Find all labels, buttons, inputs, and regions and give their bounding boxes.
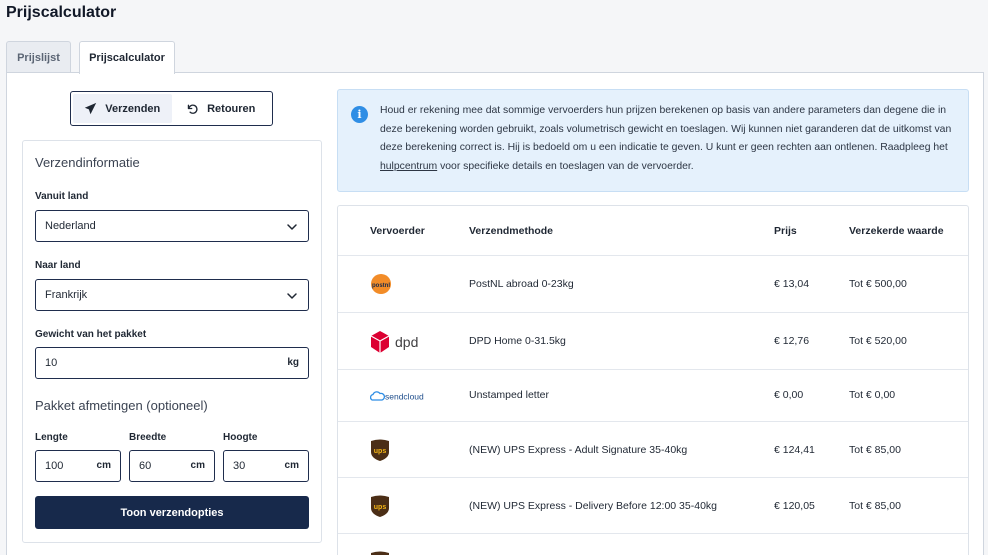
price-cell: € 120,05 <box>774 500 815 512</box>
undo-icon <box>187 104 198 114</box>
table-row[interactable]: postnl PostNL abroad 0-23kg € 13,04 Tot … <box>338 255 968 312</box>
ups-logo-icon: ups <box>371 495 389 517</box>
postnl-logo-text: postnl <box>372 283 390 289</box>
insured-cell: Tot € 0,00 <box>849 389 896 401</box>
height-value: 30 <box>233 460 246 472</box>
header-price: Prijs <box>774 225 797 237</box>
height-unit: cm <box>284 460 299 471</box>
show-shipping-options-button[interactable]: Toon verzendopties <box>35 496 309 529</box>
to-country-label: Naar land <box>35 260 81 271</box>
table-row[interactable] <box>338 533 968 555</box>
width-input[interactable]: 60 cm <box>129 450 215 482</box>
length-value: 100 <box>45 460 64 472</box>
return-mode-button[interactable]: Retouren <box>172 94 271 123</box>
calculator-panel: Verzenden Retouren Verzendinformatie Van… <box>6 72 984 555</box>
info-alert: i Houd er rekening mee dat sommige vervo… <box>337 89 969 192</box>
sendcloud-logo-icon: sendcloud <box>370 391 424 402</box>
width-value: 60 <box>139 460 152 472</box>
insured-cell: Tot € 500,00 <box>849 278 907 290</box>
insured-cell: Tot € 85,00 <box>849 500 901 512</box>
weight-label: Gewicht van het pakket <box>35 329 147 340</box>
table-row[interactable]: ups (NEW) UPS Express - Adult Signature … <box>338 421 968 477</box>
ups-logo-text: ups <box>374 504 387 511</box>
shipping-options-table: Vervoerder Verzendmethode Prijs Verzeker… <box>337 205 969 555</box>
page-title: Prijscalculator <box>6 4 117 21</box>
method-cell: (NEW) UPS Express - Adult Signature 35-4… <box>469 444 688 456</box>
shipping-info-title: Verzendinformatie <box>35 155 140 170</box>
insured-cell: Tot € 85,00 <box>849 444 901 456</box>
price-cell: € 0,00 <box>774 389 804 401</box>
table-row[interactable]: ups (NEW) UPS Express - Delivery Before … <box>338 477 968 533</box>
method-cell: DPD Home 0-31.5kg <box>469 335 566 347</box>
table-row[interactable]: dpd DPD Home 0-31.5kg € 12,76 Tot € 520,… <box>338 312 968 369</box>
weight-input[interactable]: 10 kg <box>35 347 309 379</box>
price-cell: € 12,76 <box>774 335 810 347</box>
chevron-down-icon <box>287 293 297 299</box>
postnl-logo-icon: postnl <box>371 274 391 294</box>
height-input[interactable]: 30 cm <box>223 450 309 482</box>
method-cell: PostNL abroad 0-23kg <box>469 278 574 290</box>
dpd-logo-icon: dpd <box>370 331 418 353</box>
from-country-select[interactable]: Nederland <box>35 210 309 242</box>
header-carrier: Vervoerder <box>370 225 425 237</box>
info-text-part1: Houd er rekening mee dat sommige vervoer… <box>380 105 952 153</box>
ups-logo-icon: ups <box>371 439 389 461</box>
to-country-value: Frankrijk <box>45 289 88 301</box>
info-icon: i <box>351 106 368 123</box>
tab-prijscalculator[interactable]: Prijscalculator <box>79 41 175 74</box>
weight-unit: kg <box>287 357 299 368</box>
insured-cell: Tot € 520,00 <box>849 335 907 347</box>
ups-logo-icon <box>371 551 389 555</box>
to-country-select[interactable]: Frankrijk <box>35 279 309 311</box>
weight-value: 10 <box>45 357 58 369</box>
mode-toggle: Verzenden Retouren <box>70 91 273 126</box>
width-unit: cm <box>190 460 205 471</box>
method-cell: (NEW) UPS Express - Delivery Before 12:0… <box>469 500 718 512</box>
help-center-link[interactable]: hulpcentrum <box>380 161 437 172</box>
price-cell: € 124,41 <box>774 444 815 456</box>
send-mode-label: Verzenden <box>105 102 161 115</box>
height-label: Hoogte <box>223 432 258 443</box>
length-label: Lengte <box>35 432 68 443</box>
table-row[interactable]: sendcloud Unstamped letter € 0,00 Tot € … <box>338 369 968 421</box>
send-mode-button[interactable]: Verzenden <box>73 94 172 123</box>
sendcloud-logo-text: sendcloud <box>385 392 424 402</box>
tab-prijslijst[interactable]: Prijslijst <box>6 41 71 73</box>
header-insured: Verzekerde waarde <box>849 225 944 237</box>
chevron-down-icon <box>287 224 297 230</box>
dpd-logo-text: dpd <box>395 334 418 350</box>
info-text-part2: voor specifieke details en toeslagen van… <box>437 160 694 172</box>
from-country-value: Nederland <box>45 220 96 232</box>
width-label: Breedte <box>129 432 167 443</box>
method-cell: Unstamped letter <box>469 389 549 401</box>
paper-plane-icon <box>85 102 97 115</box>
length-input[interactable]: 100 cm <box>35 450 121 482</box>
from-country-label: Vanuit land <box>35 191 89 202</box>
length-unit: cm <box>96 460 111 471</box>
shipping-info-form: Verzendinformatie Vanuit land Nederland … <box>22 140 322 543</box>
return-mode-label: Retouren <box>207 102 256 115</box>
dimensions-title: Pakket afmetingen (optioneel) <box>35 398 208 413</box>
header-method: Verzendmethode <box>469 225 554 237</box>
price-cell: € 13,04 <box>774 278 810 290</box>
info-text: Houd er rekening mee dat sommige vervoer… <box>380 102 960 176</box>
ups-logo-text: ups <box>374 448 387 455</box>
